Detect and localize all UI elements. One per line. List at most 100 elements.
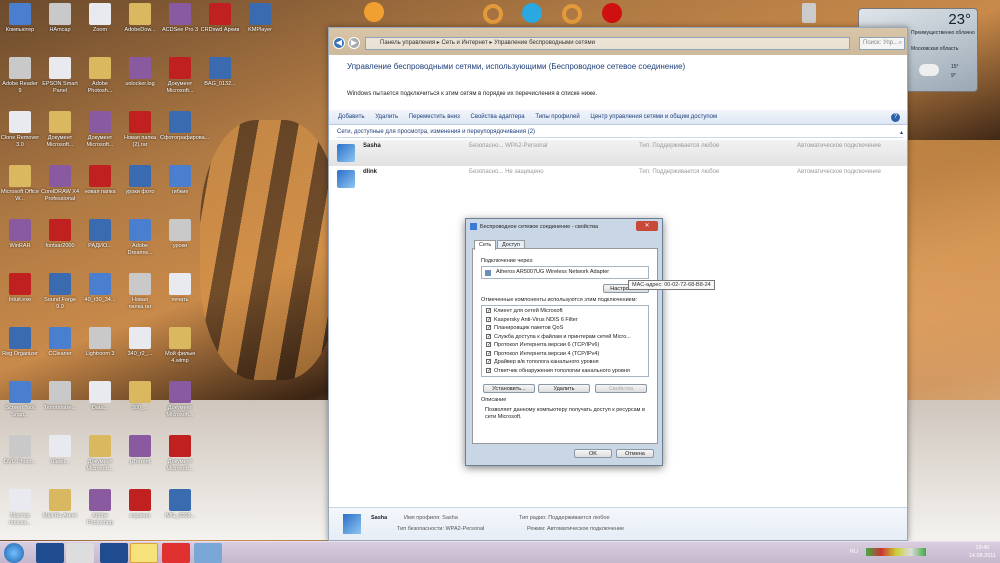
- component-item[interactable]: ✓ Драйвер в/в тополога канального уровня: [482, 358, 648, 367]
- checkbox[interactable]: ✓: [486, 333, 491, 339]
- component-item[interactable]: ✓ Ответчик обнаружения топологии канально…: [482, 367, 648, 376]
- desktop-icon[interactable]: Документ Microsoft...: [160, 435, 200, 472]
- desktop-icon[interactable]: Sound Forge 9.0: [40, 273, 80, 310]
- desktop-icon[interactable]: Adobe Dreamw...: [120, 219, 160, 256]
- desktop-icon[interactable]: Zoom: [80, 3, 120, 34]
- back-button[interactable]: ◀: [333, 37, 345, 49]
- address-bar[interactable]: Панель управления ▸ Сеть и Интернет ▸ Уп…: [365, 37, 850, 50]
- desktop-icon[interactable]: Mail.Ru Агент: [40, 489, 80, 520]
- desktop-icon[interactable]: Документ Microsoft...: [160, 57, 200, 94]
- desktop-icon[interactable]: Lightroom 3: [80, 327, 120, 358]
- remove-button[interactable]: Удалить: [538, 384, 590, 393]
- desktop-icon[interactable]: Новая папка.rar: [120, 273, 160, 310]
- move-down-button[interactable]: Переместить вниз: [409, 114, 460, 120]
- desktop-icon[interactable]: корзина: [120, 489, 160, 520]
- desktop-icon[interactable]: Мастер поиска...: [0, 489, 40, 526]
- desktop-icon[interactable]: unlocker.log: [120, 57, 160, 88]
- checkbox[interactable]: ✓: [486, 359, 491, 365]
- desktop-icon[interactable]: Компьютер: [0, 3, 40, 34]
- taskbar-acrobat[interactable]: [66, 543, 94, 563]
- checkbox[interactable]: ✓: [486, 350, 491, 356]
- desktop-icon[interactable]: РАДИО...: [80, 219, 120, 250]
- close-button[interactable]: ✕: [636, 221, 658, 231]
- desktop-icon[interactable]: 40_r30_34...: [80, 273, 120, 304]
- desktop-icon[interactable]: новая папка: [80, 165, 120, 196]
- desktop-icon[interactable]: Intuit.exe: [0, 273, 40, 304]
- component-item[interactable]: ✓ Kaspersky Anti-Virus NDIS 6 Filter: [482, 316, 648, 325]
- desktop-icon[interactable]: уроки фото: [120, 165, 160, 196]
- checkbox[interactable]: ✓: [486, 308, 491, 314]
- component-item[interactable]: ✓ Клиент для сетей Microsoft: [482, 307, 648, 316]
- desktop-icon[interactable]: 340_r2_...: [120, 327, 160, 358]
- opera-icon[interactable]: [602, 3, 622, 23]
- desktop-icon[interactable]: µTorrent: [120, 435, 160, 466]
- desktop-icon[interactable]: AdobeDow...: [120, 3, 160, 34]
- taskbar-photoshop[interactable]: [36, 543, 64, 563]
- desktop-icon[interactable]: Adobe Photoshop: [80, 489, 120, 526]
- desktop-icon[interactable]: Microsoft Office W...: [0, 165, 40, 202]
- checkbox[interactable]: ✓: [486, 316, 491, 322]
- tray-icons[interactable]: [866, 548, 926, 556]
- desktop-icon[interactable]: CRDxwd Архив: [200, 3, 240, 34]
- group-header[interactable]: Сети, доступные для просмотра, изменения…: [337, 129, 903, 138]
- desktop-app-icon[interactable]: [364, 2, 384, 22]
- desktop-icon[interactable]: Clone Remover 3.0: [0, 111, 40, 148]
- adapter-properties-button[interactable]: Свойства адаптера: [471, 114, 525, 120]
- tab-network[interactable]: Сеть: [474, 240, 497, 250]
- recycle-bin-icon[interactable]: [802, 3, 816, 23]
- component-item[interactable]: ✓ Протокол Интернета версии 4 (TCP/IPv4): [482, 350, 648, 359]
- desktop-icon[interactable]: Ulead...: [40, 435, 80, 466]
- desktop-icon[interactable]: Новая папка (2).rar: [120, 111, 160, 148]
- components-list[interactable]: ✓ Клиент для сетей Microsoft ✓ Kaspersky An…: [481, 305, 649, 377]
- ok-button[interactable]: OK: [574, 449, 612, 458]
- taskbar-opera[interactable]: [162, 543, 190, 563]
- mail-agent-icon[interactable]: [483, 4, 503, 24]
- profile-types-button[interactable]: Типы профилей: [535, 114, 579, 120]
- checkbox[interactable]: ✓: [486, 342, 491, 348]
- desktop-icon[interactable]: уроки: [160, 219, 200, 250]
- forward-button[interactable]: ▶: [348, 37, 360, 49]
- desktop-icon[interactable]: Мой фильм 4.wlmp: [160, 327, 200, 364]
- desktop-icon[interactable]: CorelDRAW X4 Professional: [40, 165, 80, 202]
- desktop-icon[interactable]: Adobe Photosh...: [80, 57, 120, 94]
- component-item[interactable]: ✓ Планировщик пакетов QoS: [482, 324, 648, 333]
- desktop-icon[interactable]: CCleaner: [40, 327, 80, 358]
- breadcrumb-wireless[interactable]: Управление беспроводными сетями: [494, 40, 595, 46]
- desktop-icon[interactable]: ACDSee Pro 3: [160, 3, 200, 34]
- desktop-icon[interactable]: Data...: [80, 381, 120, 412]
- desktop-icon[interactable]: Reg Organizer: [0, 327, 40, 358]
- desktop-icon[interactable]: KMPlayer: [240, 3, 280, 34]
- desktop-icon[interactable]: Документ Microsoft...: [40, 111, 80, 148]
- skype-icon[interactable]: [522, 3, 542, 23]
- desktop-icon[interactable]: HAmcap: [40, 3, 80, 34]
- clock[interactable]: 19:40 14.08.2011: [969, 544, 996, 560]
- desktop-icon[interactable]: EPSON Smart Panel: [40, 57, 80, 94]
- taskbar-mail-agent[interactable]: [130, 543, 158, 563]
- desktop-icon[interactable]: гибкие: [160, 165, 200, 196]
- install-button[interactable]: Установить...: [483, 384, 535, 393]
- desktop-icon[interactable]: Документ Microsoft...: [80, 111, 120, 148]
- remove-button[interactable]: Удалить: [375, 114, 398, 120]
- taskbar-network[interactable]: [194, 543, 222, 563]
- component-item[interactable]: ✓ Служба доступа к файлам и принтерам сет…: [482, 333, 648, 342]
- taskbar-photoshop[interactable]: [100, 543, 128, 563]
- checkbox[interactable]: ✓: [486, 367, 491, 373]
- start-button[interactable]: [4, 543, 24, 563]
- desktop-icon[interactable]: IMG_0008...: [160, 489, 200, 520]
- desktop-icon[interactable]: Сфотографирова...: [160, 111, 209, 142]
- desktop-icon[interactable]: Tenorshare...: [40, 381, 80, 412]
- breadcrumb-network[interactable]: Сеть и Интернет: [441, 40, 487, 46]
- breadcrumb-control-panel[interactable]: Панель управления: [380, 40, 435, 46]
- network-row[interactable]: dlink Безопасно... Не защищено Тип: Подд…: [329, 166, 907, 192]
- desktop-icon[interactable]: Документ Microsoft...: [80, 435, 120, 472]
- cancel-button[interactable]: Отмена: [616, 449, 654, 458]
- network-center-button[interactable]: Центр управления сетями и общим доступом: [590, 114, 717, 120]
- desktop-icon[interactable]: fontsar2000: [40, 219, 80, 250]
- help-icon[interactable]: ?: [891, 113, 900, 122]
- desktop-icon[interactable]: Документ Microsoft...: [160, 381, 200, 418]
- network-row[interactable]: Sasha Безопасно... WPA2-Personal Тип: По…: [329, 140, 907, 166]
- mail-agent-icon[interactable]: [562, 4, 582, 24]
- language-indicator[interactable]: RU: [850, 549, 858, 555]
- search-input[interactable]: Поиск: Упр... ⌕: [859, 37, 905, 50]
- desktop-icon[interactable]: BAG_0132...: [200, 57, 240, 88]
